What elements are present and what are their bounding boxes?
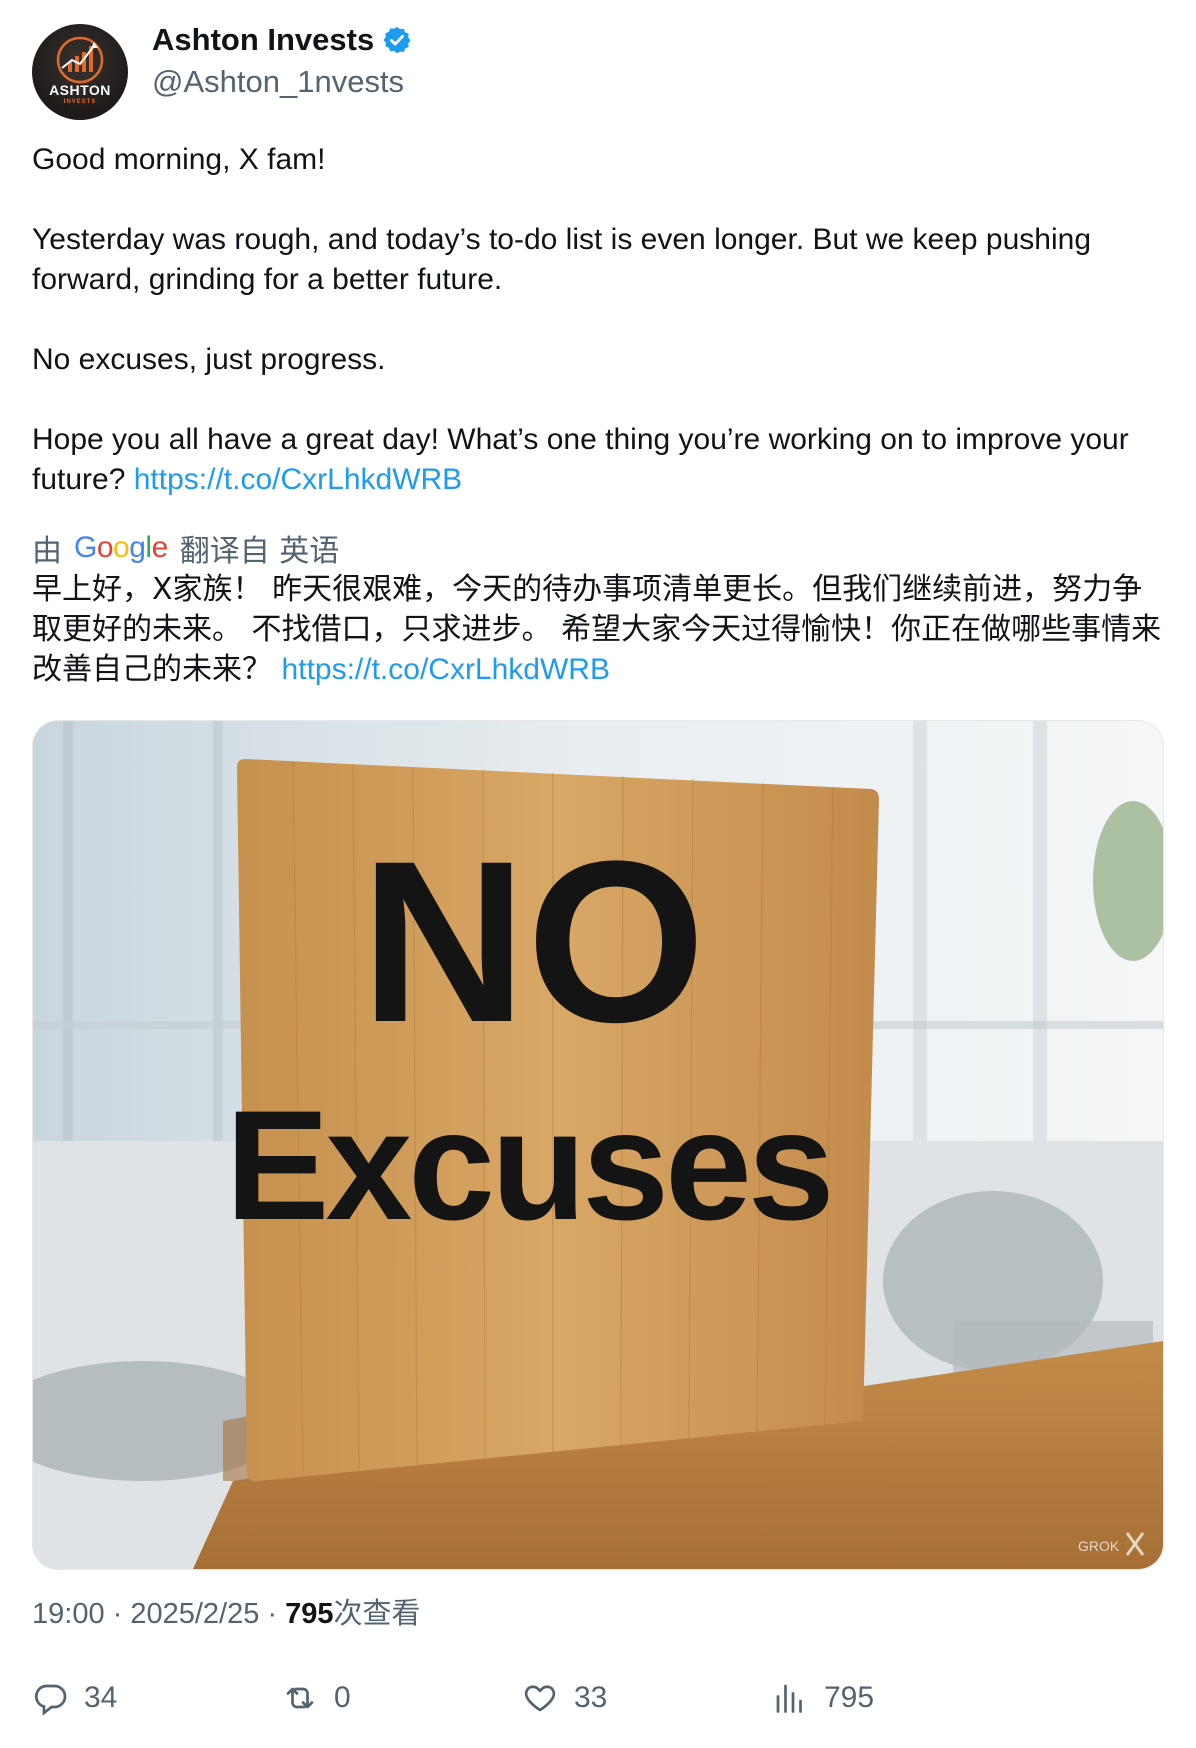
- tweet-link[interactable]: https://t.co/CxrLhkdWRB: [134, 463, 462, 496]
- translation-label: 翻译自 英语: [179, 534, 340, 569]
- image-watermark: GROK: [1078, 1538, 1120, 1554]
- like-button[interactable]: 33: [522, 1680, 607, 1716]
- author-name-link[interactable]: Ashton Invests: [152, 22, 412, 58]
- views-count: 795: [285, 1598, 334, 1630]
- tweet-paragraph: Good morning, X fam!: [32, 143, 326, 176]
- translation-attribution[interactable]: 由 Google 翻译自 英语: [32, 526, 339, 570]
- no-excuses-sign-photo: NO Excuses GROK: [33, 721, 1163, 1569]
- logo-chart-icon: [56, 36, 104, 84]
- sign-text-line2: Excuses: [225, 1079, 830, 1253]
- tweet-time[interactable]: 19:00: [32, 1598, 105, 1630]
- repost-count: 0: [334, 1681, 351, 1714]
- tweet-text: Good morning, X fam! Yesterday was rough…: [32, 140, 1172, 500]
- author-handle[interactable]: @Ashton_1nvests: [152, 64, 404, 100]
- author-display-name: Ashton Invests: [152, 22, 375, 57]
- heart-icon: [524, 1685, 556, 1712]
- translation-prefix: 由: [32, 534, 62, 569]
- like-count: 33: [574, 1681, 608, 1714]
- verified-badge-icon: [383, 26, 411, 54]
- reply-count: 34: [84, 1681, 118, 1714]
- tweet-date[interactable]: 2025/2/25: [130, 1598, 259, 1630]
- avatar[interactable]: ASHTON INVESTS: [32, 24, 128, 120]
- google-logo: Google: [74, 531, 168, 564]
- avatar-logo-subtext: INVESTS: [63, 99, 97, 105]
- views-action-count: 795: [824, 1681, 875, 1714]
- tweet-meta: 19:00 · 2025/2/25 · 795次查看: [32, 1596, 421, 1630]
- repost-icon: [286, 1687, 314, 1709]
- avatar-logo-text: ASHTON: [49, 82, 111, 98]
- repost-button[interactable]: 0: [282, 1680, 351, 1716]
- views-label: 次查看: [333, 1596, 421, 1630]
- reply-icon: [34, 1684, 67, 1716]
- analytics-icon: [776, 1684, 802, 1713]
- tweet-paragraph: No excuses, just progress.: [32, 343, 386, 376]
- translated-text: 早上好，X家族！ 昨天很艰难，今天的待办事项清单更长。但我们继续前进，努力争取更…: [32, 570, 1172, 690]
- action-bar: 34 0 33 795: [32, 1680, 1172, 1724]
- sign-text-line1: NO: [361, 813, 706, 1070]
- reply-button[interactable]: 34: [32, 1680, 117, 1716]
- translated-link[interactable]: https://t.co/CxrLhkdWRB: [282, 653, 610, 686]
- tweet-paragraph-with-link: Hope you all have a great day! What’s on…: [32, 420, 1172, 500]
- views-button[interactable]: 795: [772, 1680, 874, 1716]
- tweet-paragraph: Yesterday was rough, and today’s to-do l…: [32, 223, 1092, 296]
- tweet-image[interactable]: NO Excuses GROK: [32, 720, 1164, 1570]
